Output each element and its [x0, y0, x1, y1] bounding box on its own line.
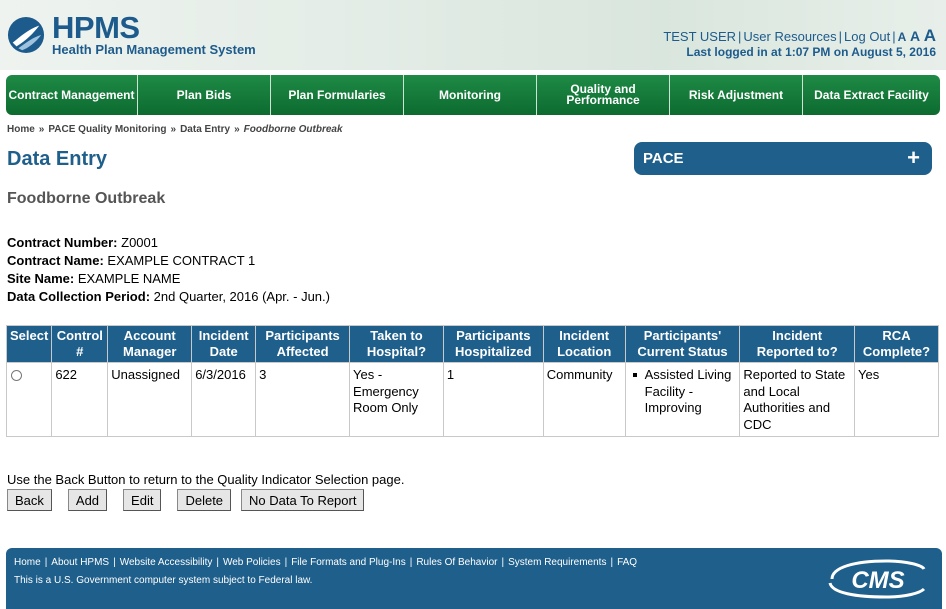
- incident-table: Select Control # Account Manager Inciden…: [5, 325, 939, 437]
- column-header: Select: [5, 325, 53, 363]
- reported-to-cell: Reported to State and Local Authorities …: [739, 362, 856, 437]
- footer-link-about[interactable]: About HPMS: [51, 557, 109, 568]
- control-cell: 622: [51, 362, 109, 437]
- nav-monitoring[interactable]: Monitoring: [404, 75, 537, 115]
- page-title: Data Entry: [7, 148, 108, 170]
- incident-date-cell: 6/3/2016: [191, 362, 257, 437]
- column-header: Participants Hospitalized: [442, 325, 544, 363]
- footer-link-system-requirements[interactable]: System Requirements: [508, 557, 606, 568]
- footer-link-faq[interactable]: FAQ: [617, 557, 637, 568]
- status-list-item: Assisted Living Facility - Improving: [632, 367, 737, 417]
- cms-logo-icon[interactable]: CMS: [826, 559, 928, 599]
- column-header: Incident Reported to?: [739, 325, 856, 363]
- nav-data-extract-facility[interactable]: Data Extract Facility: [803, 75, 940, 115]
- table-header-row: Select Control # Account Manager Inciden…: [5, 325, 939, 363]
- column-header: Participants' Current Status: [624, 325, 741, 363]
- hpms-logo-icon: [7, 16, 45, 54]
- breadcrumb: Home» PACE Quality Monitoring» Data Entry»…: [7, 124, 343, 135]
- rca-complete-cell: Yes: [854, 362, 939, 437]
- site-name-row: Site Name: EXAMPLE NAME: [7, 271, 181, 286]
- site-name: EXAMPLE NAME: [77, 271, 181, 286]
- breadcrumb-current: Foodborne Outbreak: [243, 124, 343, 135]
- nav-plan-formularies[interactable]: Plan Formularies: [271, 75, 404, 115]
- footer-link-web-policies[interactable]: Web Policies: [223, 557, 281, 568]
- column-header: Account Manager: [107, 325, 193, 363]
- footer-link-rules-of-behavior[interactable]: Rules Of Behavior: [416, 557, 497, 568]
- back-button[interactable]: Back: [7, 489, 52, 511]
- action-buttons: Back Add Edit Delete No Data To Report: [7, 489, 365, 511]
- last-login: Last logged in at 1:07 PM on August 5, 2…: [686, 45, 936, 59]
- contract-name-row: Contract Name: EXAMPLE CONTRACT 1: [7, 253, 256, 268]
- contract-number-row: Contract Number: Z0001: [7, 235, 159, 250]
- delete-button[interactable]: Delete: [177, 489, 232, 511]
- contract-info: Contract Number: Z0001 Contract Name: EX…: [7, 234, 330, 306]
- font-size-medium-link[interactable]: A: [910, 28, 920, 44]
- nav-quality-and-performance[interactable]: Quality and Performance: [537, 75, 670, 115]
- page-subtitle: Foodborne Outbreak: [7, 190, 166, 207]
- edit-button[interactable]: Edit: [123, 489, 162, 511]
- add-button[interactable]: Add: [67, 489, 108, 511]
- app-name: HPMS: [52, 10, 140, 45]
- table-row: 622 Unassigned 6/3/2016 3 Yes - Emergenc…: [5, 362, 939, 437]
- pace-panel[interactable]: PACE +: [634, 142, 932, 175]
- contract-name: EXAMPLE CONTRACT 1: [107, 253, 256, 268]
- nav-plan-bids[interactable]: Plan Bids: [138, 75, 271, 115]
- row-select-radio[interactable]: [11, 370, 22, 381]
- breadcrumb-data-entry[interactable]: Data Entry: [180, 124, 230, 135]
- log-out-link[interactable]: Log Out: [844, 29, 890, 44]
- incident-location-cell: Community: [542, 362, 626, 437]
- participants-hospitalized-cell: 1: [442, 362, 544, 437]
- user-name: TEST USER: [663, 29, 737, 44]
- data-collection-period-row: Data Collection Period: 2nd Quarter, 201…: [7, 289, 330, 304]
- back-note: Use the Back Button to return to the Qua…: [7, 472, 405, 487]
- footer-link-accessibility[interactable]: Website Accessibility: [120, 557, 213, 568]
- app-subtitle: Health Plan Management System: [52, 42, 256, 57]
- user-resources-link[interactable]: User Resources: [743, 29, 836, 44]
- footer-links: Home | About HPMS | Website Accessibility | We…: [14, 557, 638, 568]
- nav-risk-adjustment[interactable]: Risk Adjustment: [670, 75, 803, 115]
- column-header: Incident Date: [191, 325, 257, 363]
- breadcrumb-pace-quality-monitoring[interactable]: PACE Quality Monitoring: [48, 124, 166, 135]
- footer-link-home[interactable]: Home: [14, 557, 41, 568]
- column-header: Incident Location: [542, 325, 626, 363]
- pace-label: PACE: [643, 150, 684, 167]
- taken-to-hospital-cell: Yes - Emergency Room Only: [349, 362, 444, 437]
- participants-affected-cell: 3: [255, 362, 351, 437]
- font-size-large-link[interactable]: A: [924, 26, 936, 45]
- column-header: RCA Complete?: [854, 325, 939, 363]
- column-header: Control #: [51, 325, 109, 363]
- select-cell: [5, 362, 53, 437]
- column-header: Participants Affected: [255, 325, 351, 363]
- account-manager-cell: Unassigned: [107, 362, 193, 437]
- user-links: TEST USER | User Resources | Log Out | A A A: [663, 26, 936, 45]
- font-size-small-link[interactable]: A: [898, 30, 907, 44]
- data-collection-period: 2nd Quarter, 2016 (Apr. - Jun.): [153, 289, 330, 304]
- footer-link-file-formats[interactable]: File Formats and Plug-Ins: [291, 557, 406, 568]
- contract-number: Z0001: [121, 235, 159, 250]
- main-nav: Contract Management Plan Bids Plan Formu…: [6, 75, 940, 115]
- site-header: HPMS Health Plan Management System TEST …: [0, 0, 946, 70]
- no-data-to-report-button[interactable]: No Data To Report: [241, 489, 365, 511]
- column-header: Taken to Hospital?: [349, 325, 444, 363]
- footer-note: This is a U.S. Government computer syste…: [14, 575, 313, 586]
- nav-contract-management[interactable]: Contract Management: [6, 75, 138, 115]
- site-footer: Home | About HPMS | Website Accessibility | We…: [6, 548, 942, 609]
- cms-logo-text: CMS: [851, 567, 904, 594]
- breadcrumb-home[interactable]: Home: [7, 124, 35, 135]
- current-status-cell: Assisted Living Facility - Improving: [624, 362, 741, 437]
- expand-plus-icon[interactable]: +: [907, 147, 920, 169]
